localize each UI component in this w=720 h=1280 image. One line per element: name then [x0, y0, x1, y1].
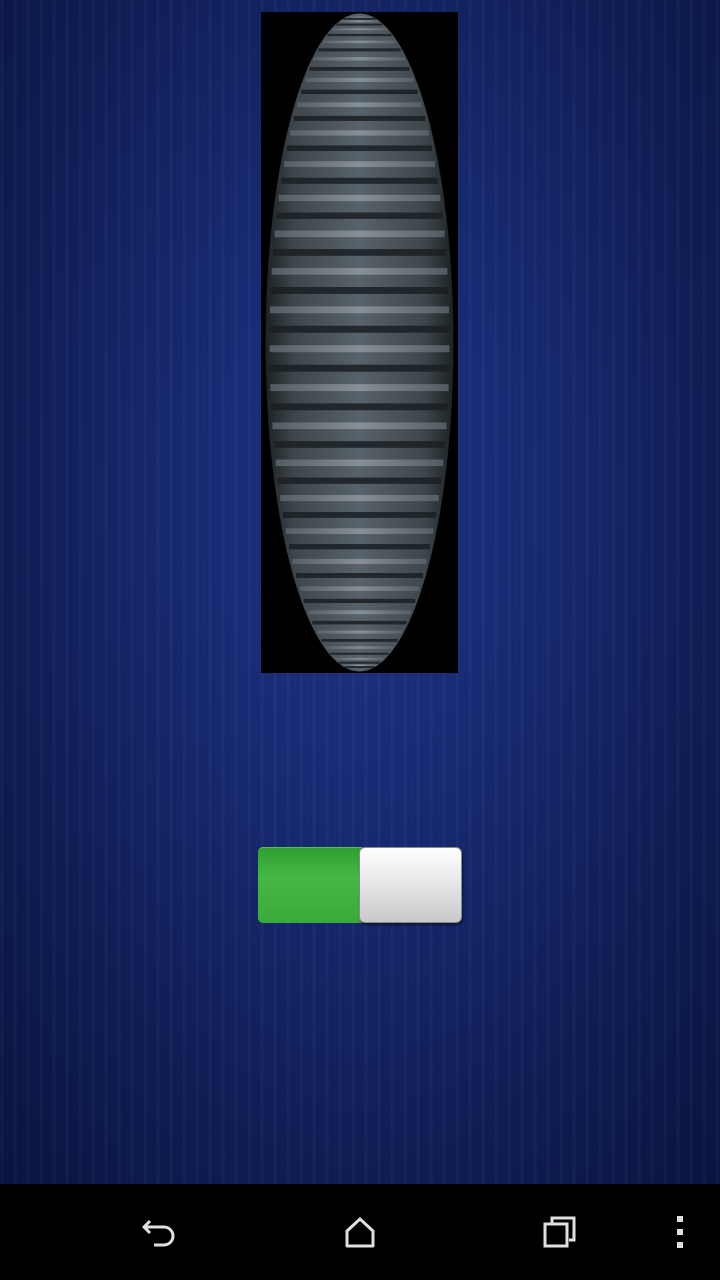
wheel-rib: [312, 620, 407, 625]
wheel-rib: [269, 364, 450, 372]
wheel-rib: [343, 17, 376, 20]
wheel-body: [265, 13, 454, 672]
wheel-rib: [276, 212, 443, 219]
wheel-rib: [309, 66, 410, 71]
toggle-knob[interactable]: [359, 847, 462, 923]
wheel-rib: [274, 230, 445, 238]
wheel-rib: [293, 115, 426, 121]
wheel-rib: [297, 102, 422, 108]
screen: [0, 0, 720, 1280]
home-button[interactable]: [300, 1184, 420, 1280]
scroll-wheel[interactable]: [261, 12, 458, 673]
overflow-menu-icon: [677, 1216, 683, 1248]
overflow-menu-button[interactable]: [650, 1184, 710, 1280]
toggle-switch[interactable]: [258, 847, 462, 923]
wheel-rib: [277, 477, 442, 484]
scroll-wheel-graphic: [265, 13, 454, 672]
wheel-rib: [285, 528, 434, 534]
wheel-rib: [316, 630, 403, 634]
wheel-rib: [270, 287, 449, 294]
wheel-rib: [275, 459, 444, 467]
wheel-rib: [318, 48, 401, 52]
wheel-rib: [301, 89, 418, 95]
wheel-rib: [280, 495, 439, 502]
wheel-rib: [305, 77, 414, 82]
wheel-rib: [303, 598, 416, 604]
wheel-rib: [292, 558, 427, 565]
wheel-rib: [269, 306, 450, 314]
wheel-rib: [270, 384, 449, 392]
wheel-rib: [299, 586, 420, 591]
recents-button[interactable]: [500, 1184, 620, 1280]
wheel-rib: [269, 325, 450, 333]
navigation-bar: [0, 1184, 720, 1280]
toggle-track-on: [258, 847, 362, 923]
wheel-rib: [331, 28, 388, 31]
home-icon: [345, 1217, 375, 1248]
wheel-rib: [271, 403, 448, 411]
wheel-rib: [273, 441, 446, 448]
wheel-rib: [282, 511, 437, 518]
wheel-rib: [269, 345, 450, 353]
wheel-rib: [340, 20, 379, 23]
wheel-rib: [290, 130, 429, 136]
back-button[interactable]: [100, 1184, 220, 1280]
wheel-rib: [271, 267, 448, 275]
wheel-rib: [288, 543, 431, 550]
wheel-rib: [272, 249, 447, 256]
wheel-rib: [295, 573, 424, 578]
wheel-rib: [322, 40, 397, 44]
wheel-rib: [327, 33, 392, 37]
wheel-rib: [281, 177, 438, 184]
back-icon: [142, 1219, 175, 1247]
wheel-rib: [336, 23, 383, 26]
wheel-rib: [307, 610, 412, 615]
wheel-rib: [338, 661, 381, 664]
wheel-rib: [321, 638, 398, 642]
wheel-rib: [272, 422, 447, 430]
wheel-rib: [330, 652, 389, 655]
recents-icon: [543, 1216, 576, 1248]
wheel-rib: [278, 194, 441, 202]
wheel-rib: [325, 646, 394, 649]
wheel-rib: [286, 145, 433, 152]
wheel-rib: [334, 657, 385, 660]
wheel-rib: [283, 161, 436, 168]
wheel-rib: [313, 57, 406, 61]
wheel-rib: [344, 666, 375, 669]
